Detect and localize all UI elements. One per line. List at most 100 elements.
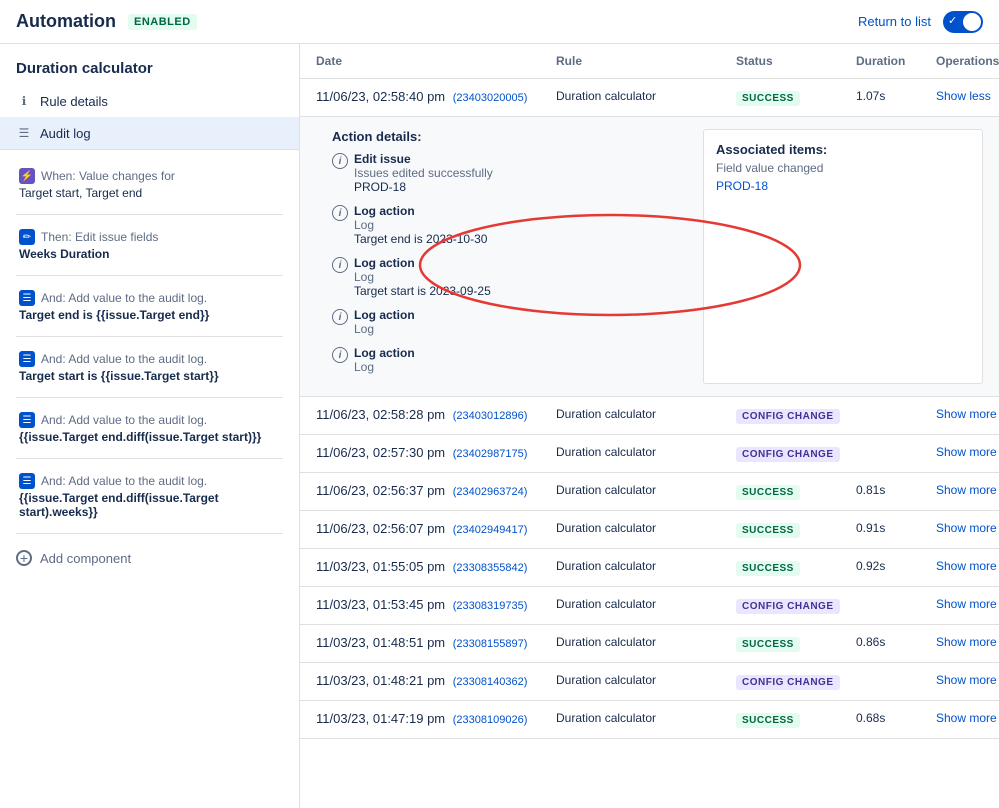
associated-link[interactable]: PROD-18 — [716, 179, 970, 193]
rule-audit-1-subtitle: Target end is {{issue.Target end}} — [19, 308, 283, 322]
separator-6 — [16, 533, 283, 534]
log-row-1-main[interactable]: 11/06/23, 02:58:28 pm (23403012896) Dura… — [300, 397, 999, 434]
log-rule-3: Duration calculator — [556, 483, 736, 497]
status-badge-7: SUCCESS — [736, 637, 800, 652]
log-row-4: 11/06/23, 02:56:07 pm (23402949417) Dura… — [300, 511, 999, 549]
log-id-6: (23308319735) — [453, 600, 528, 612]
log-row-6-main[interactable]: 11/03/23, 01:53:45 pm (23308319735) Dura… — [300, 587, 999, 624]
log-ops-1[interactable]: Show more — [936, 407, 997, 421]
log-row-5-main[interactable]: 11/03/23, 01:55:05 pm (23308355842) Dura… — [300, 549, 999, 586]
audit-2-icon: ☰ — [19, 351, 35, 367]
log-rule-5: Duration calculator — [556, 559, 736, 573]
status-badge-0: SUCCESS — [736, 91, 800, 106]
associated-sub: Field value changed — [716, 161, 970, 175]
status-badge-4: SUCCESS — [736, 523, 800, 538]
info-icon-1: i — [332, 205, 348, 221]
detail-action-3: i Log action Log — [332, 308, 691, 336]
status-badge-6: CONFIG CHANGE — [736, 599, 840, 614]
content-area: Date Rule Status Duration Operations 11/… — [300, 44, 999, 808]
log-date-6: 11/03/23, 01:53:45 pm (23308319735) — [316, 597, 556, 612]
log-rule-9: Duration calculator — [556, 711, 736, 725]
log-date-1: 11/06/23, 02:58:28 pm (23403012896) — [316, 407, 556, 422]
top-bar-right: Return to list ✓ — [858, 11, 983, 33]
action-0-value: PROD-18 — [354, 180, 493, 194]
rule-audit-4[interactable]: ☰ And: Add value to the audit log. {{iss… — [0, 463, 299, 529]
separator-5 — [16, 458, 283, 459]
action-0-sub: Issues edited successfully — [354, 166, 493, 180]
rule-action-label: Then: Edit issue fields — [41, 230, 158, 244]
log-date-4: 11/06/23, 02:56:07 pm (23402949417) — [316, 521, 556, 536]
enabled-toggle[interactable]: ✓ — [943, 11, 983, 33]
col-ops: Operations — [936, 54, 999, 68]
action-3-sub: Log — [354, 322, 415, 336]
detail-action-2: i Log action Log Target start is 2023-09… — [332, 256, 691, 298]
log-ops-5[interactable]: Show more — [936, 559, 997, 573]
collapsed-rows: 11/06/23, 02:58:28 pm (23403012896) Dura… — [300, 397, 999, 739]
info-icon-3: i — [332, 309, 348, 325]
sidebar-item-rule-details[interactable]: ℹ Rule details — [0, 85, 299, 117]
sidebar-nav: ℹ Rule details ☰ Audit log — [0, 85, 299, 150]
log-ops-3[interactable]: Show more — [936, 483, 997, 497]
log-row-4-main[interactable]: 11/06/23, 02:56:07 pm (23402949417) Dura… — [300, 511, 999, 548]
detail-right: Associated items: Field value changed PR… — [703, 129, 983, 384]
log-rule-7: Duration calculator — [556, 635, 736, 649]
status-badge-1: CONFIG CHANGE — [736, 409, 840, 424]
return-to-list-link[interactable]: Return to list — [858, 14, 931, 29]
log-ops-9[interactable]: Show more — [936, 711, 997, 725]
log-date-0: 11/06/23, 02:58:40 pm (23403020005) — [316, 89, 556, 104]
rule-audit-2-label: And: Add value to the audit log. — [41, 352, 207, 366]
log-status-5: SUCCESS — [736, 559, 856, 576]
rule-trigger[interactable]: ⚡ When: Value changes for Target start, … — [0, 158, 299, 210]
audit-3-icon: ☰ — [19, 412, 35, 428]
status-badge-3: SUCCESS — [736, 485, 800, 500]
rule-audit-4-subtitle: {{issue.Target end.diff(issue.Target sta… — [19, 491, 283, 519]
log-ops-6[interactable]: Show more — [936, 597, 997, 611]
sidebar-item-audit-log[interactable]: ☰ Audit log — [0, 117, 299, 149]
log-id-9: (23308109026) — [453, 714, 528, 726]
status-badge-9: SUCCESS — [736, 713, 800, 728]
log-ops-0[interactable]: Show less — [936, 89, 991, 103]
rule-action[interactable]: ✏ Then: Edit issue fields Weeks Duration — [0, 219, 299, 271]
log-row-0-main[interactable]: 11/06/23, 02:58:40 pm (23403020005) Dura… — [300, 79, 999, 116]
log-ops-8[interactable]: Show more — [936, 673, 997, 687]
table-header: Date Rule Status Duration Operations — [300, 44, 999, 79]
col-status: Status — [736, 54, 856, 68]
rule-audit-3[interactable]: ☰ And: Add value to the audit log. {{iss… — [0, 402, 299, 454]
log-row-9-main[interactable]: 11/03/23, 01:47:19 pm (23308109026) Dura… — [300, 701, 999, 738]
audit-icon: ☰ — [16, 125, 32, 141]
log-status-3: SUCCESS — [736, 483, 856, 500]
rule-audit-1[interactable]: ☰ And: Add value to the audit log. Targe… — [0, 280, 299, 332]
log-row-7-main[interactable]: 11/03/23, 01:48:51 pm (23308155897) Dura… — [300, 625, 999, 662]
rule-action-subtitle: Weeks Duration — [19, 247, 283, 261]
log-rule-0: Duration calculator — [556, 89, 736, 103]
add-icon: + — [16, 550, 32, 566]
add-component-button[interactable]: + Add component — [0, 538, 299, 578]
log-date-2: 11/06/23, 02:57:30 pm (23402987175) — [316, 445, 556, 460]
detail-action-4: i Log action Log — [332, 346, 691, 374]
sidebar-item-audit-log-label: Audit log — [40, 126, 91, 141]
log-detail-0: Action details: i Edit issue Issues edit… — [300, 116, 999, 396]
log-row-2-main[interactable]: 11/06/23, 02:57:30 pm (23402987175) Dura… — [300, 435, 999, 472]
rule-audit-2-subtitle: Target start is {{issue.Target start}} — [19, 369, 283, 383]
enabled-badge: ENABLED — [128, 14, 197, 30]
info-icon-4: i — [332, 347, 348, 363]
log-row-8-main[interactable]: 11/03/23, 01:48:21 pm (23308140362) Dura… — [300, 663, 999, 700]
log-ops-7[interactable]: Show more — [936, 635, 997, 649]
log-ops-2[interactable]: Show more — [936, 445, 997, 459]
log-status-7: SUCCESS — [736, 635, 856, 652]
action-2-value: Target start is 2023-09-25 — [354, 284, 491, 298]
sidebar-header: Duration calculator — [0, 44, 299, 85]
log-rule-4: Duration calculator — [556, 521, 736, 535]
log-status-6: CONFIG CHANGE — [736, 597, 856, 614]
action-4-title: Log action — [354, 346, 415, 360]
separator-3 — [16, 336, 283, 337]
action-2-sub: Log — [354, 270, 491, 284]
log-row-3: 11/06/23, 02:56:37 pm (23402963724) Dura… — [300, 473, 999, 511]
action-4-sub: Log — [354, 360, 415, 374]
log-date-9: 11/03/23, 01:47:19 pm (23308109026) — [316, 711, 556, 726]
log-row-5: 11/03/23, 01:55:05 pm (23308355842) Dura… — [300, 549, 999, 587]
rule-audit-2[interactable]: ☰ And: Add value to the audit log. Targe… — [0, 341, 299, 393]
log-status-4: SUCCESS — [736, 521, 856, 538]
log-ops-4[interactable]: Show more — [936, 521, 997, 535]
log-row-3-main[interactable]: 11/06/23, 02:56:37 pm (23402963724) Dura… — [300, 473, 999, 510]
